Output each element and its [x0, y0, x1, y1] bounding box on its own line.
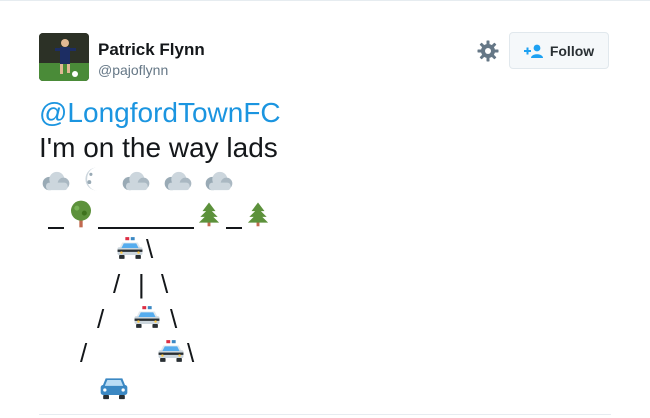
tweet-card: Patrick Flynn @pajoflynn Follow @Longfor…: [0, 0, 650, 418]
follow-button[interactable]: Follow: [509, 32, 609, 69]
evergreen-tree-icon: [245, 199, 271, 229]
road-center-line: |: [138, 269, 145, 299]
road-edge-right: \: [170, 304, 178, 334]
tweet-mention-link[interactable]: @LongfordTownFC: [39, 97, 281, 129]
add-user-icon: [523, 44, 543, 58]
cloud-icon: [121, 170, 151, 192]
gear-icon[interactable]: [476, 39, 500, 63]
ground-line: [226, 227, 242, 229]
road-edge-right: \: [161, 269, 169, 299]
deciduous-tree-icon: [66, 199, 96, 229]
ground-line: [98, 227, 194, 229]
road-edge-left: /: [80, 338, 88, 368]
road-edge-left: /: [97, 304, 105, 334]
ground-line: [48, 227, 64, 229]
road-edge-left: /: [113, 269, 121, 299]
tweet-text-line: I'm on the way lads: [39, 132, 278, 163]
avatar[interactable]: [39, 33, 89, 81]
divider: [39, 414, 611, 415]
road-edge-right: \: [146, 234, 154, 264]
user-display-name[interactable]: Patrick Flynn: [98, 40, 205, 60]
cloud-icon: [41, 170, 71, 192]
cloud-icon: [163, 170, 193, 192]
crescent-moon-icon: [80, 165, 108, 193]
car-icon: [99, 375, 129, 400]
road-edge-right: \: [187, 338, 195, 368]
police-car-icon: [116, 236, 144, 260]
follow-label: Follow: [549, 42, 595, 59]
cloud-icon: [204, 170, 234, 192]
police-car-icon: [133, 305, 161, 329]
police-car-icon: [157, 339, 185, 363]
footballer-photo-icon: [39, 33, 89, 81]
evergreen-tree-icon: [196, 199, 222, 229]
user-handle[interactable]: @pajoflynn: [98, 62, 168, 78]
